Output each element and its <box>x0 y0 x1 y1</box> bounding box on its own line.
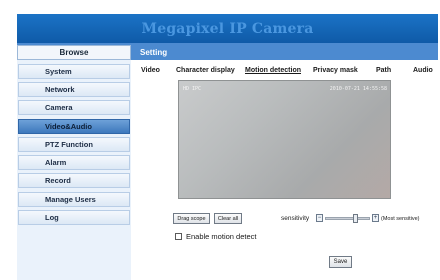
sidebar-item-record[interactable]: Record <box>18 173 130 188</box>
video-preview[interactable]: HD IPC 2010-07-21 14:55:58 <box>178 80 391 199</box>
sidebar-item-system[interactable]: System <box>18 64 130 79</box>
sensitivity-slider[interactable] <box>325 214 370 223</box>
subtab-character-display[interactable]: Character display <box>176 67 235 74</box>
subtab-motion-detection[interactable]: Motion detection <box>245 67 301 74</box>
plus-icon[interactable]: + <box>372 214 379 222</box>
osd-camera-name: HD IPC <box>183 86 202 92</box>
sidebar-item-ptz-function[interactable]: PTZ Function <box>18 137 130 152</box>
subtab-privacy-mask[interactable]: Privacy mask <box>313 67 358 74</box>
sidebar: System Network Camera Video&Audio PTZ Fu… <box>17 60 131 280</box>
sidebar-item-log[interactable]: Log <box>18 210 130 225</box>
settings-panel: Video Character display Motion detection… <box>131 60 438 280</box>
subtab-video[interactable]: Video <box>141 67 160 74</box>
subtab-path[interactable]: Path <box>376 67 391 74</box>
subtab-audio[interactable]: Audio <box>413 67 433 74</box>
top-tab-bar: Browse Setting <box>17 43 438 60</box>
most-sensitive-label: (Most sensitive) <box>381 216 420 222</box>
enable-motion-label: Enable motion detect <box>186 232 257 241</box>
slider-thumb[interactable] <box>353 214 358 223</box>
sidebar-item-manage-users[interactable]: Manage Users <box>18 192 130 207</box>
sidebar-item-video-audio[interactable]: Video&Audio <box>18 119 130 134</box>
sidebar-item-camera[interactable]: Camera <box>18 100 130 115</box>
osd-timestamp: 2010-07-21 14:55:58 <box>329 86 387 92</box>
sidebar-item-network[interactable]: Network <box>18 82 130 97</box>
header-banner: Megapixel IP Camera <box>17 14 438 43</box>
app-title: Megapixel IP Camera <box>141 20 314 37</box>
sensitivity-label: sensitivity <box>281 215 310 222</box>
minus-icon[interactable]: − <box>316 214 323 222</box>
drag-scope-button[interactable]: Drag scope <box>173 213 210 224</box>
tab-setting[interactable]: Setting <box>140 45 167 60</box>
enable-motion-checkbox[interactable] <box>175 233 182 240</box>
tab-browse[interactable]: Browse <box>17 45 131 60</box>
save-button[interactable]: Save <box>329 256 352 268</box>
clear-all-button[interactable]: Clear all <box>214 213 242 224</box>
sidebar-item-alarm[interactable]: Alarm <box>18 155 130 170</box>
